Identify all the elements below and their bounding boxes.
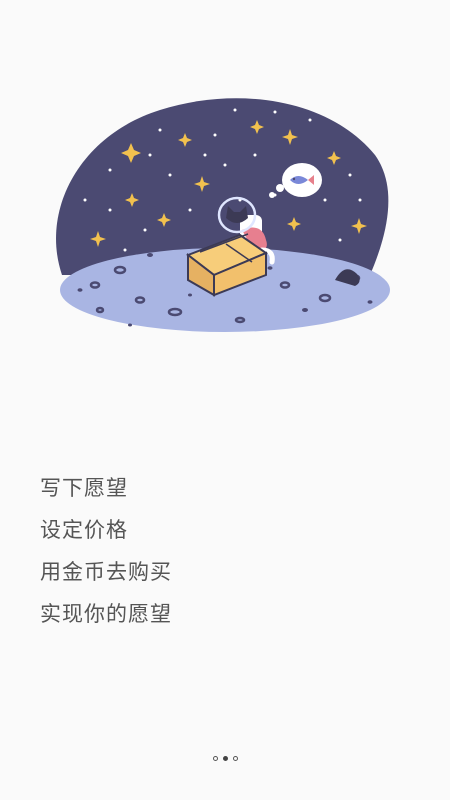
step-write-wish: 写下愿望 bbox=[40, 476, 128, 500]
page-dot-3[interactable] bbox=[232, 756, 238, 761]
onboarding-page: 写下愿望 设定价格 用金币去购买 实现你的愿望 bbox=[0, 0, 450, 800]
page-dot-2[interactable] bbox=[222, 756, 228, 761]
step-set-price: 设定价格 bbox=[40, 518, 128, 542]
page-indicator bbox=[0, 756, 450, 761]
page-dot-1[interactable] bbox=[212, 756, 218, 761]
space-cat-illustration bbox=[56, 98, 390, 332]
step-fulfill-wish: 实现你的愿望 bbox=[40, 602, 172, 626]
step-buy-with-coins: 用金币去购买 bbox=[40, 560, 172, 584]
step-list: 写下愿望 设定价格 用金币去购买 实现你的愿望 bbox=[40, 478, 172, 646]
